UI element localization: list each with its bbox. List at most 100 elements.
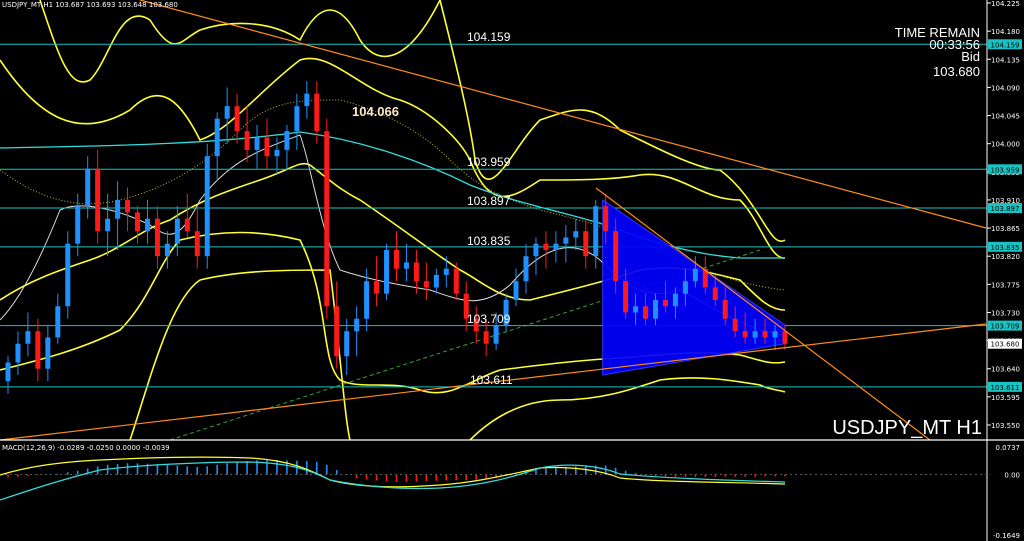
macd-tick-label: -0.1649 — [993, 532, 1020, 540]
price-tick-label: 103.865 — [991, 225, 1020, 233]
price-tick-label: 103.550 — [991, 422, 1020, 430]
level-label-103709: 103.709 — [467, 312, 511, 326]
candle-body — [105, 218, 111, 232]
candle-body — [662, 299, 668, 307]
candle-body — [204, 156, 210, 257]
candle-body — [772, 331, 778, 338]
bid-value: 103.680 — [933, 64, 980, 79]
macd-tick-label: 0.0737 — [996, 444, 1021, 452]
candle-body — [324, 131, 330, 307]
candle-body — [403, 262, 409, 269]
price-tick-label: 104.000 — [991, 141, 1020, 149]
price-tag-label: 104.159 — [991, 41, 1020, 49]
candle-body — [35, 331, 41, 369]
candle-body — [593, 206, 599, 257]
candle-body — [682, 281, 688, 294]
candle-body — [782, 331, 788, 344]
candle-body — [354, 318, 360, 332]
candle-body — [643, 306, 649, 319]
annotation-104066: 104.066 — [352, 104, 399, 119]
candle-body — [75, 206, 81, 244]
candle-body — [55, 306, 61, 338]
candle-body — [85, 168, 91, 207]
candle-body — [413, 262, 419, 282]
price-tick-label: 103.730 — [991, 309, 1020, 317]
candle-body — [194, 231, 200, 257]
candle-body — [672, 293, 678, 307]
price-tick-label: 103.595 — [991, 394, 1020, 402]
candle-body — [633, 306, 639, 313]
candle-body — [583, 231, 589, 257]
price-tick-label: 104.045 — [991, 113, 1020, 121]
price-tick-label: 103.775 — [991, 281, 1020, 289]
price-tick-label: 104.090 — [991, 84, 1020, 92]
level-label-103835: 103.835 — [467, 234, 511, 248]
candle-body — [334, 306, 340, 357]
bid-label: Bid — [961, 49, 980, 64]
candle-body — [174, 218, 180, 244]
candle-body — [244, 131, 250, 150]
price-tag-label: 103.709 — [991, 323, 1020, 331]
candle-body — [115, 199, 121, 219]
candle-body — [364, 281, 370, 319]
price-tag-label: 103.959 — [991, 166, 1020, 174]
candle-body — [65, 243, 71, 307]
price-tag-label: 103.835 — [991, 244, 1020, 252]
candle-body — [274, 149, 280, 157]
candle-body — [533, 243, 539, 257]
candle-body — [712, 287, 718, 300]
candle-body — [154, 218, 160, 257]
candle-body — [692, 268, 698, 282]
candle-body — [294, 106, 300, 132]
price-tag-label: 103.611 — [991, 384, 1020, 392]
candle-body — [25, 331, 31, 344]
price-tick-label: 104.180 — [991, 28, 1020, 36]
macd-header: MACD(12,26,9) -0.0289 -0.0250 0.0000 -0.… — [2, 444, 170, 452]
candle-body — [5, 362, 11, 382]
candle-body — [613, 231, 619, 282]
candle-body — [95, 168, 101, 232]
candle-body — [742, 331, 748, 338]
price-chart[interactable]: 104.159 103.959 103.897 103.835 103.709 … — [0, 0, 1024, 541]
candle-body — [234, 106, 240, 132]
candle-body — [573, 231, 579, 238]
price-tag-label: 103.680 — [991, 341, 1020, 349]
price-axis-bg — [987, 0, 1024, 440]
price-tag-label: 103.897 — [991, 205, 1020, 213]
level-label-103959: 103.959 — [467, 155, 511, 169]
candle-body — [752, 331, 758, 338]
candle-body — [224, 106, 230, 119]
level-label-103611: 103.611 — [470, 373, 513, 387]
candle-body — [553, 243, 559, 250]
candle-body — [264, 137, 270, 157]
candle-body — [453, 268, 459, 294]
candle-body — [762, 331, 768, 338]
candle-body — [433, 274, 439, 288]
candle-body — [15, 343, 21, 363]
candle-body — [164, 243, 170, 257]
candle-body — [603, 206, 609, 232]
candle-body — [732, 318, 738, 332]
candle-body — [523, 256, 529, 282]
candle-body — [184, 218, 190, 232]
price-tick-label: 103.640 — [991, 366, 1020, 374]
candle-body — [563, 237, 569, 244]
chart-background — [0, 0, 1024, 541]
symbol-header: USDJPY_MT,H1 103.687 103.693 103.648 103… — [2, 1, 178, 9]
candle-body — [45, 337, 51, 369]
price-tick-label: 104.225 — [991, 0, 1020, 8]
candle-body — [144, 218, 150, 232]
level-label-103897: 103.897 — [467, 194, 511, 208]
price-tick-label: 103.820 — [991, 253, 1020, 261]
candle-body — [304, 93, 310, 107]
candle-body — [214, 118, 220, 157]
candle-body — [344, 331, 350, 357]
symbol-watermark: USDJPY_MT H1 — [832, 417, 982, 439]
candle-body — [623, 281, 629, 313]
candle-body — [314, 93, 320, 132]
candle-body — [254, 137, 260, 150]
candle-body — [722, 299, 728, 319]
candle-body — [284, 131, 290, 150]
candle-body — [135, 212, 140, 232]
candle-body — [493, 324, 499, 344]
